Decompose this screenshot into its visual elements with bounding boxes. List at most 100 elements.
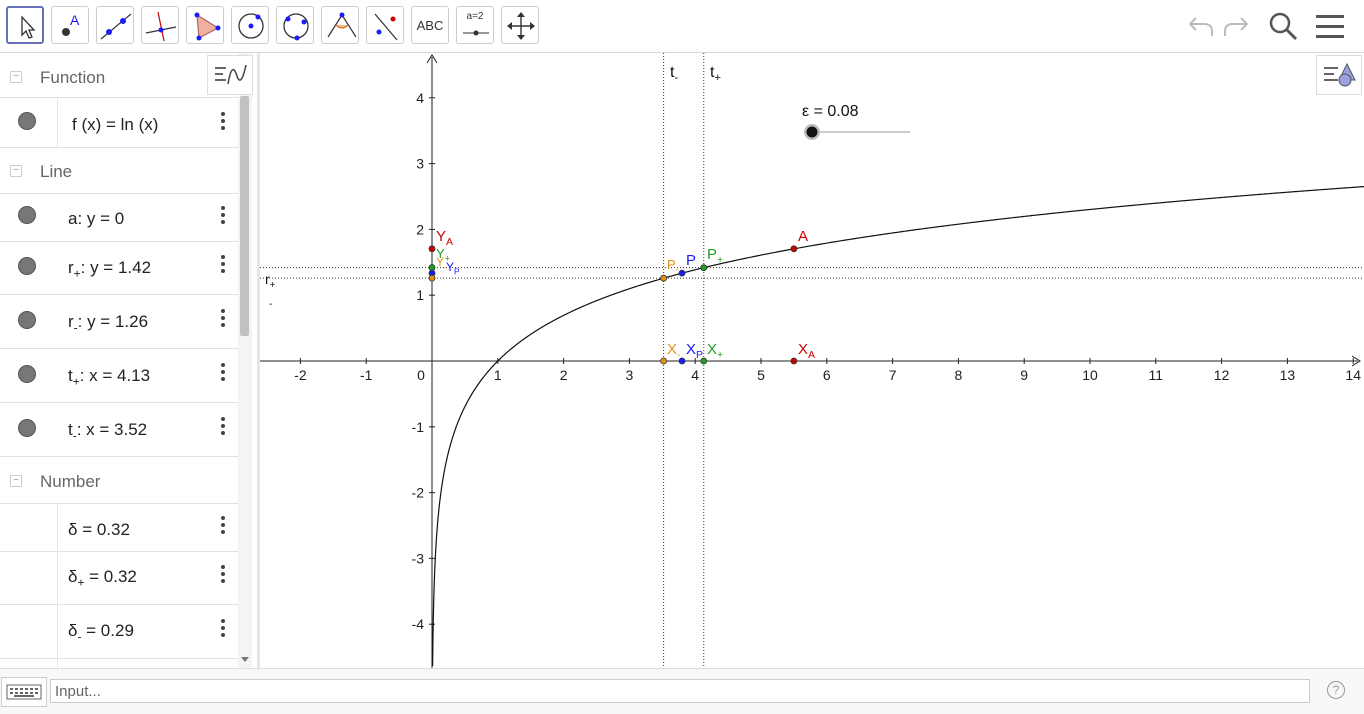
point-A <box>790 245 798 253</box>
visibility-toggle[interactable] <box>18 419 36 437</box>
keyboard-button[interactable] <box>1 677 47 707</box>
y-tick-label: -1 <box>412 419 425 435</box>
hamburger-menu-icon <box>1316 15 1344 38</box>
slider-tool-button[interactable]: a=2 <box>456 6 494 44</box>
point-Yminus <box>428 274 436 282</box>
x-tick-label: 13 <box>1280 367 1296 383</box>
slider-knob[interactable] <box>806 126 818 138</box>
x-tick-label: 1 <box>494 367 502 383</box>
y-tick-label: 2 <box>416 221 424 237</box>
row-menu-icon[interactable] <box>218 619 228 640</box>
section-title: Number <box>40 472 101 491</box>
input-field[interactable] <box>50 679 1310 703</box>
collapse-icon[interactable]: − <box>10 475 22 487</box>
row-menu-icon[interactable] <box>218 206 228 227</box>
expr-rest: : y = 0 <box>77 209 125 228</box>
line-tool-button[interactable] <box>96 6 134 44</box>
algebra-row-rminus[interactable]: r-: y = 1.26 <box>0 295 238 349</box>
perpendicular-tool-button[interactable] <box>141 6 179 44</box>
row-menu-icon[interactable] <box>218 255 228 276</box>
visibility-toggle[interactable] <box>18 311 36 329</box>
expr-rest: = 0.32 <box>84 567 137 586</box>
polygon-icon <box>194 12 221 41</box>
text-tool-button[interactable]: ABC <box>411 6 449 44</box>
algebra-row-rplus[interactable]: r+: y = 1.42 <box>0 241 238 295</box>
algebra-row-tminus[interactable]: t-: x = 3.52 <box>0 403 238 457</box>
x-tick-label: 8 <box>955 367 963 383</box>
x-tick-label: 6 <box>823 367 831 383</box>
algebra-row-delta[interactable]: δ = 0.32 <box>0 503 238 552</box>
x-tick-label: -2 <box>294 367 307 383</box>
row-expression: t-: x = 3.52 <box>68 420 147 442</box>
point-tool-button[interactable]: A <box>51 6 89 44</box>
row-menu-icon[interactable] <box>218 565 228 586</box>
redo-button[interactable] <box>1219 8 1255 44</box>
section-number[interactable]: − Number <box>0 459 238 503</box>
algebra-row-a[interactable]: a: y = 0 <box>0 193 238 242</box>
visibility-toggle[interactable] <box>18 206 36 224</box>
algebra-row-f[interactable]: f (x) = ln (x) <box>0 97 238 148</box>
reflect-tool-button[interactable] <box>366 6 404 44</box>
undo-button[interactable] <box>1182 8 1218 44</box>
collapse-icon[interactable]: − <box>10 71 22 83</box>
move-tool-button[interactable] <box>6 6 44 44</box>
x-tick-label: 11 <box>1149 367 1164 383</box>
graphics-view[interactable]: -2 -1 0 1 2 3 4 5 6 7 8 9 10 11 12 13 14 4 3 2 1 -1 -2 -3 -4 ε =… <box>260 53 1364 668</box>
row-expression: a: y = 0 <box>68 209 124 229</box>
algebra-scrollbar-thumb[interactable] <box>240 96 249 336</box>
algebra-row-deltaminus[interactable]: δ- = 0.29 <box>0 605 238 659</box>
epsilon-slider[interactable] <box>800 123 920 143</box>
perpendicular-line-icon <box>145 11 177 42</box>
help-icon[interactable]: ? <box>1327 681 1345 699</box>
main-menu-button[interactable] <box>1312 8 1348 44</box>
visibility-toggle[interactable] <box>18 112 36 130</box>
row-expression: δ+ = 0.32 <box>68 567 137 589</box>
point-Pplus-label: P+ <box>707 246 724 266</box>
row-menu-icon[interactable] <box>218 363 228 384</box>
x-tick-label: 12 <box>1214 367 1230 383</box>
search-icon <box>1269 12 1298 41</box>
row-menu-icon[interactable] <box>218 309 228 330</box>
expr-lhs: f (x) <box>72 115 102 134</box>
point-X-label: X- <box>667 341 681 361</box>
y-tick-label: 1 <box>416 287 424 303</box>
slider-label: ε = 0.08 <box>802 103 859 120</box>
expr-rhs: ln (x) <box>120 115 159 134</box>
graphics-style-button[interactable] <box>1316 55 1362 95</box>
circle-tool-button[interactable] <box>231 6 269 44</box>
circle-three-points-tool-button[interactable] <box>276 6 314 44</box>
row-menu-icon[interactable] <box>218 417 228 438</box>
move-graphics-tool-button[interactable] <box>501 6 539 44</box>
point-XP-label: XP <box>686 341 704 361</box>
collapse-icon[interactable]: − <box>10 165 22 177</box>
section-title: Function <box>40 68 106 87</box>
text-icon: ABC <box>416 18 444 33</box>
toolbar: A ABC a=2 <box>0 0 1364 53</box>
algebra-row-tplus[interactable]: t+: x = 4.13 <box>0 349 238 403</box>
row-expression: δ = 0.32 <box>68 520 130 540</box>
algebra-row-partial <box>0 659 238 668</box>
point-Pminus <box>660 274 668 282</box>
t-plus-label: t+ <box>710 64 721 85</box>
search-button[interactable] <box>1265 8 1301 44</box>
section-function[interactable]: − Function <box>0 55 238 99</box>
point-A-label: A <box>798 228 809 245</box>
point-YA-label: YA <box>436 228 454 248</box>
y-tick-label: -3 <box>412 550 425 566</box>
algebra-style-button[interactable] <box>207 55 253 95</box>
x-tick-label: 14 <box>1345 367 1361 383</box>
move-view-icon <box>507 12 535 40</box>
polygon-tool-button[interactable] <box>186 6 224 44</box>
row-menu-icon[interactable] <box>218 112 228 133</box>
circle-icon <box>238 13 264 39</box>
algebra-row-deltaplus[interactable]: δ+ = 0.32 <box>0 551 238 605</box>
angle-tool-button[interactable] <box>321 6 359 44</box>
visibility-toggle[interactable] <box>18 365 36 383</box>
visibility-toggle[interactable] <box>18 257 36 275</box>
row-expression: f (x) = ln (x) <box>72 115 158 135</box>
row-menu-icon[interactable] <box>218 516 228 537</box>
scroll-down-icon[interactable] <box>239 655 251 665</box>
point-X <box>660 357 668 365</box>
graphics-style-icon <box>1324 62 1356 87</box>
section-line[interactable]: − Line <box>0 149 238 193</box>
